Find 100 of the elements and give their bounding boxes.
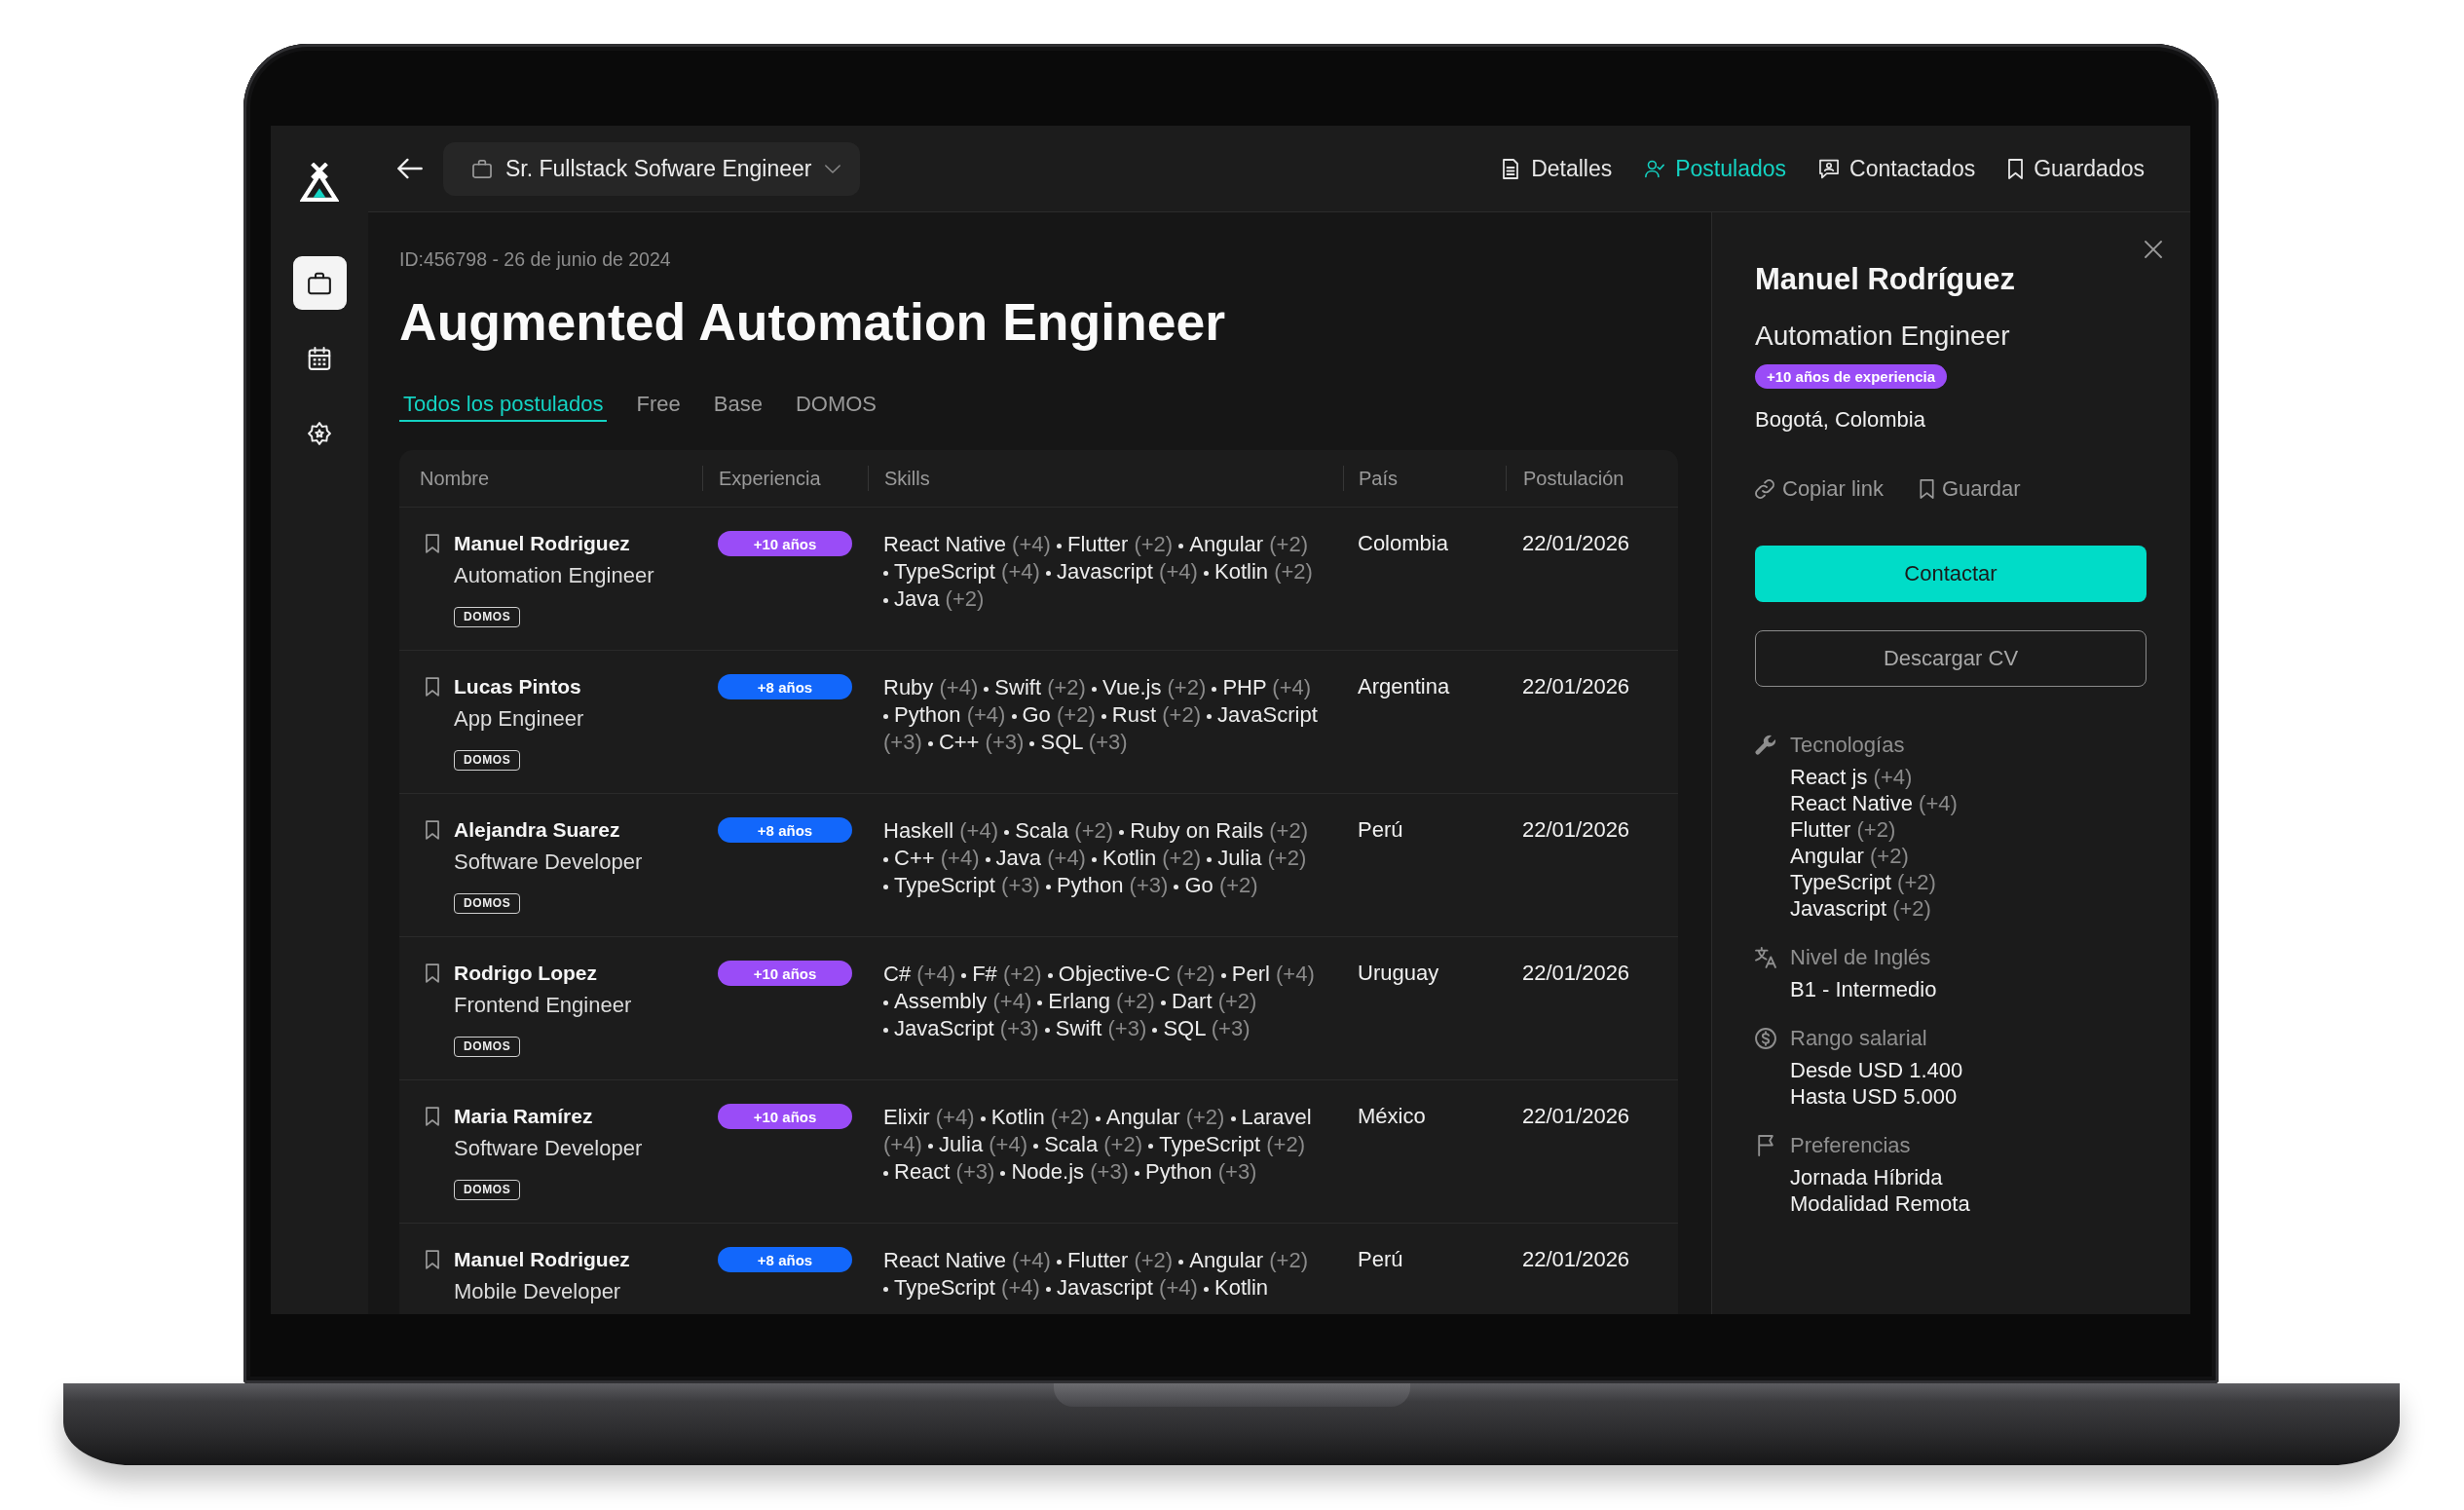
document-icon [1501,158,1521,179]
skill-name: SQL [1040,730,1083,754]
back-icon[interactable] [397,158,423,179]
bullet-icon [883,597,888,603]
briefcase-icon [472,159,492,178]
bullet-icon [883,1000,888,1005]
skill-years: (+4) [992,989,1032,1013]
skill-years: (+4) [989,1132,1027,1156]
bookmark-icon[interactable] [426,963,439,983]
skill-years: (+4) [1001,559,1040,584]
filter-tab[interactable]: Todos los postulados [399,392,608,422]
detail-value: Javascript [1790,896,1887,921]
skill-years: (+2) [1217,989,1257,1013]
skill-name: JavaScript [1217,702,1318,727]
bullet-icon [1011,713,1017,719]
skill-name: Swift [994,675,1042,699]
skill-years: (+2) [1856,817,1896,842]
skill-years: (+3) [883,730,922,754]
sidebar-item[interactable] [292,256,347,310]
skill-name: C# [883,962,912,986]
date-text: 22/01/2026 [1522,531,1630,555]
skill-name: Javascript [1056,1275,1153,1300]
candidate-tag: DOMOS [454,607,521,627]
bookmark-icon[interactable] [426,1250,439,1269]
bookmark-icon[interactable] [426,534,439,553]
bullet-icon [1207,856,1213,862]
skill-years: (+4) [1012,532,1051,556]
experience-pill: +10 años de experiencia [1755,364,1947,389]
contact-button[interactable]: Contactar [1755,546,2147,602]
skill-years: (+2) [1162,846,1201,870]
date-text: 22/01/2026 [1522,817,1630,842]
country-text: Perú [1358,817,1403,842]
skill-years: (+2) [1274,559,1313,584]
skill-name: Python [1056,873,1124,897]
skill-years: (+4) [1012,1248,1051,1272]
column-header: País [1359,467,1399,490]
copy-link-button[interactable]: Copiar link [1755,477,1884,501]
candidate-name: Manuel Rodríguez [1755,261,2015,298]
experience-pill: +8 años [718,1247,852,1272]
nav-tab[interactable]: Contactados [1819,155,1976,182]
candidate-name: Manuel Rodriguez [454,531,630,556]
skill-name: Haskell [883,818,954,843]
skill-name: Elixir [883,1105,930,1129]
skill-years: (+2) [1116,989,1155,1013]
skill-name: Assembly [894,989,988,1013]
save-button[interactable]: Guardar [1919,477,2021,501]
bullet-icon [1148,1143,1154,1149]
candidate-role: App Engineer [454,706,584,732]
candidate-role: Automation Engineer [454,563,654,588]
detail-value: Modalidad Remota [1790,1191,1970,1216]
skill-years: (+3) [1001,873,1040,897]
skill-years: (+2) [1897,870,1936,894]
candidate-name: Maria Ramírez [454,1104,593,1129]
download-button[interactable]: Descargar CV [1755,630,2147,687]
filter-tab[interactable]: DOMOS [791,392,880,422]
skill-name: C++ [938,730,980,754]
bullet-icon [1212,686,1217,692]
skill-years: (+2) [1162,702,1201,727]
skill-name: Scala [1015,818,1069,843]
candidate-tag: DOMOS [454,750,521,771]
bullet-icon [1044,1027,1050,1033]
experience-pill: +10 años [718,961,852,986]
bookmark-icon[interactable] [426,677,439,697]
column-header: Skills [884,467,930,490]
date-text: 22/01/2026 [1522,1104,1630,1128]
skill-years: (+3) [1129,873,1169,897]
skill-years: (+3) [985,730,1025,754]
nav-tab[interactable]: Detalles [1501,155,1613,182]
skill-years: (+2) [1218,873,1258,897]
country-text: México [1358,1104,1426,1128]
job-meta: ID:456798 - 26 de junio de 2024 [399,248,672,271]
bullet-icon [927,740,933,746]
bullet-icon [1037,1000,1043,1005]
skill-name: Vue.js [1102,675,1162,699]
filter-tab[interactable]: Free [632,392,685,422]
detail-value: Angular [1790,844,1864,868]
skill-name: Angular [1105,1105,1180,1129]
bullet-icon [1092,856,1098,862]
skill-name: Java [894,586,940,611]
close-icon[interactable] [2145,241,2162,258]
candidate-role: Frontend Engineer [454,993,632,1018]
column-header: Nombre [420,467,490,490]
section-title: Rango salarial [1790,1027,1927,1050]
skill-name: Flutter [1066,532,1129,556]
bookmark-icon[interactable] [426,1107,439,1126]
skill-name: PHP [1222,675,1267,699]
filter-tab[interactable]: Base [709,392,766,422]
job-selector[interactable]: Sr. Fullstack Sofware Engineer [443,141,861,196]
nav-tab[interactable]: Guardados [2008,155,2145,182]
bullet-icon [883,713,888,719]
logo-icon[interactable] [300,163,339,202]
skill-name: Julia [1217,846,1262,870]
bullet-icon [1204,570,1209,576]
bullet-icon [1178,1259,1184,1265]
bookmark-icon[interactable] [426,820,439,840]
nav-tab[interactable]: Postulados [1645,155,1787,182]
skill-years: (+2) [1074,818,1114,843]
flag-icon [1755,1135,1776,1156]
skill-years: (+3) [1090,1159,1129,1184]
skill-name: Angular [1189,532,1264,556]
